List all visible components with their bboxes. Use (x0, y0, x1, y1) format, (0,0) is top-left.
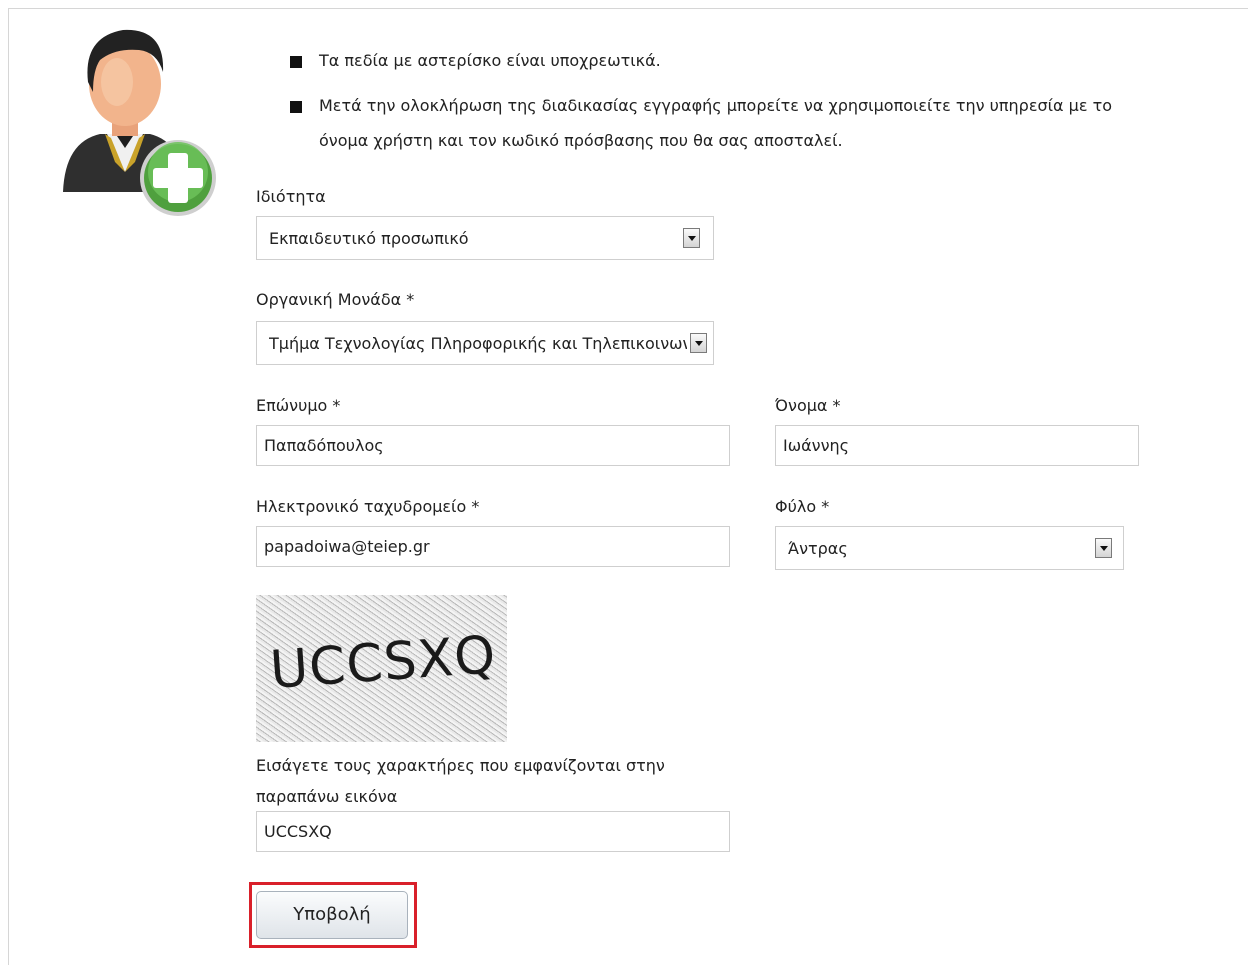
captcha-label-line1: Εισάγετε τους χαρακτήρες που εμφανίζοντα… (256, 756, 665, 775)
unit-label: Οργανική Μονάδα * (256, 290, 415, 309)
email-input[interactable]: papadoiwa@teiep.gr (256, 526, 730, 567)
captcha-input[interactable]: UCCSXQ (256, 811, 730, 852)
captcha-image-text: UCCSXQ (268, 625, 499, 701)
gender-select-value: Άντρας (788, 539, 848, 558)
chevron-down-icon[interactable] (690, 333, 707, 353)
bullet-square-icon (290, 101, 302, 113)
gender-select[interactable]: Άντρας (775, 526, 1124, 570)
name-input-value: Ιωάννης (783, 436, 850, 455)
unit-select[interactable]: Τμήμα Τεχνολογίας Πληροφορικής και Τηλεπ… (256, 321, 714, 365)
captcha-image: UCCSXQ (256, 595, 507, 742)
role-select-value: Εκπαιδευτικό προσωπικό (269, 229, 469, 248)
user-add-icon (63, 29, 216, 216)
name-input[interactable]: Ιωάννης (775, 425, 1139, 466)
chevron-down-icon[interactable] (683, 228, 700, 248)
chevron-down-icon[interactable] (1095, 538, 1112, 558)
gender-label: Φύλο * (775, 497, 830, 516)
email-input-value: papadoiwa@teiep.gr (264, 537, 430, 556)
role-label: Ιδιότητα (256, 187, 326, 206)
note-text: Τα πεδία με αστερίσκο είναι υποχρεωτικά. (319, 51, 661, 70)
role-select[interactable]: Εκπαιδευτικό προσωπικό (256, 216, 714, 260)
note-text: όνομα χρήστη και τον κωδικό πρόσβασης πο… (319, 131, 843, 150)
captcha-label-line2: παραπάνω εικόνα (256, 787, 398, 806)
unit-select-value: Τμήμα Τεχνολογίας Πληροφορικής και Τηλεπ… (269, 334, 687, 353)
surname-label: Επώνυμο * (256, 396, 341, 415)
email-label: Ηλεκτρονικό ταχυδρομείο * (256, 497, 480, 516)
bullet-square-icon (290, 56, 302, 68)
submit-button[interactable]: Υποβολή (256, 891, 408, 939)
surname-input-value: Παπαδόπουλος (264, 436, 384, 455)
name-label: Όνομα * (775, 396, 841, 415)
note-text: Μετά την ολοκλήρωση της διαδικασίας εγγρ… (319, 96, 1112, 115)
captcha-input-value: UCCSXQ (264, 822, 332, 841)
surname-input[interactable]: Παπαδόπουλος (256, 425, 730, 466)
